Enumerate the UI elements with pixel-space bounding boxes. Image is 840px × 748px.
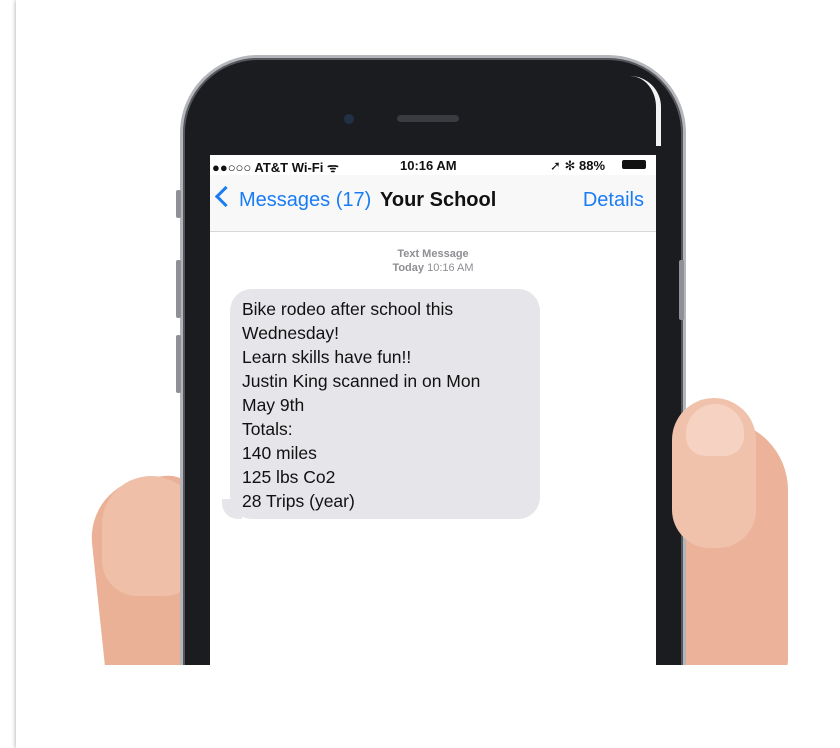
message-line: 28 Trips (year) <box>242 491 355 511</box>
message-time: 10:16 AM <box>427 262 474 274</box>
message-line: 125 lbs Co2 <box>242 467 336 487</box>
earpiece-speaker <box>397 115 459 122</box>
phone-photo: ●●○○○ AT&T Wi-Fi ᯤ 10:16 AM ➚ ✻ 88% Mess… <box>0 0 840 665</box>
conversation-title: Your School <box>380 189 497 211</box>
messages-navbar: Messages (17) Your School Details <box>210 175 656 232</box>
battery-label: ➚ ✻ 88% <box>550 158 606 173</box>
volume-up-button <box>176 260 181 318</box>
message-bubble[interactable]: Bike rodeo after school this Wednesday! … <box>230 289 540 519</box>
message-line: Bike rodeo after school this <box>242 299 454 319</box>
mute-switch <box>176 190 181 218</box>
message-line: May 9th <box>242 395 305 415</box>
back-button-label: Messages (17) <box>239 189 372 211</box>
volume-down-button <box>176 335 181 393</box>
carrier-label: ●●○○○ AT&T Wi-Fi ᯤ <box>212 160 339 175</box>
message-type: Text Message <box>397 248 469 260</box>
back-button[interactable]: Messages (17) <box>214 185 372 212</box>
message-meta: Text Message Today 10:16 AM <box>210 247 656 275</box>
message-line: 140 miles <box>242 443 317 463</box>
message-line: Justin King scanned in on Mon <box>242 371 481 391</box>
battery-icon <box>622 160 646 169</box>
phone-screen: ●●○○○ AT&T Wi-Fi ᯤ 10:16 AM ➚ ✻ 88% Mess… <box>210 155 656 665</box>
message-line: Learn skills have fun!! <box>242 347 412 367</box>
details-button[interactable]: Details <box>583 189 644 212</box>
right-fingernail <box>686 404 744 456</box>
message-day: Today <box>392 262 425 274</box>
power-button <box>679 260 684 320</box>
chevron-left-icon <box>214 185 237 208</box>
message-line: Totals: <box>242 419 293 439</box>
status-bar: ●●○○○ AT&T Wi-Fi ᯤ 10:16 AM ➚ ✻ 88% <box>210 155 656 175</box>
status-time: 10:16 AM <box>400 158 457 173</box>
front-camera <box>344 114 354 124</box>
message-line: Wednesday! <box>242 323 339 343</box>
